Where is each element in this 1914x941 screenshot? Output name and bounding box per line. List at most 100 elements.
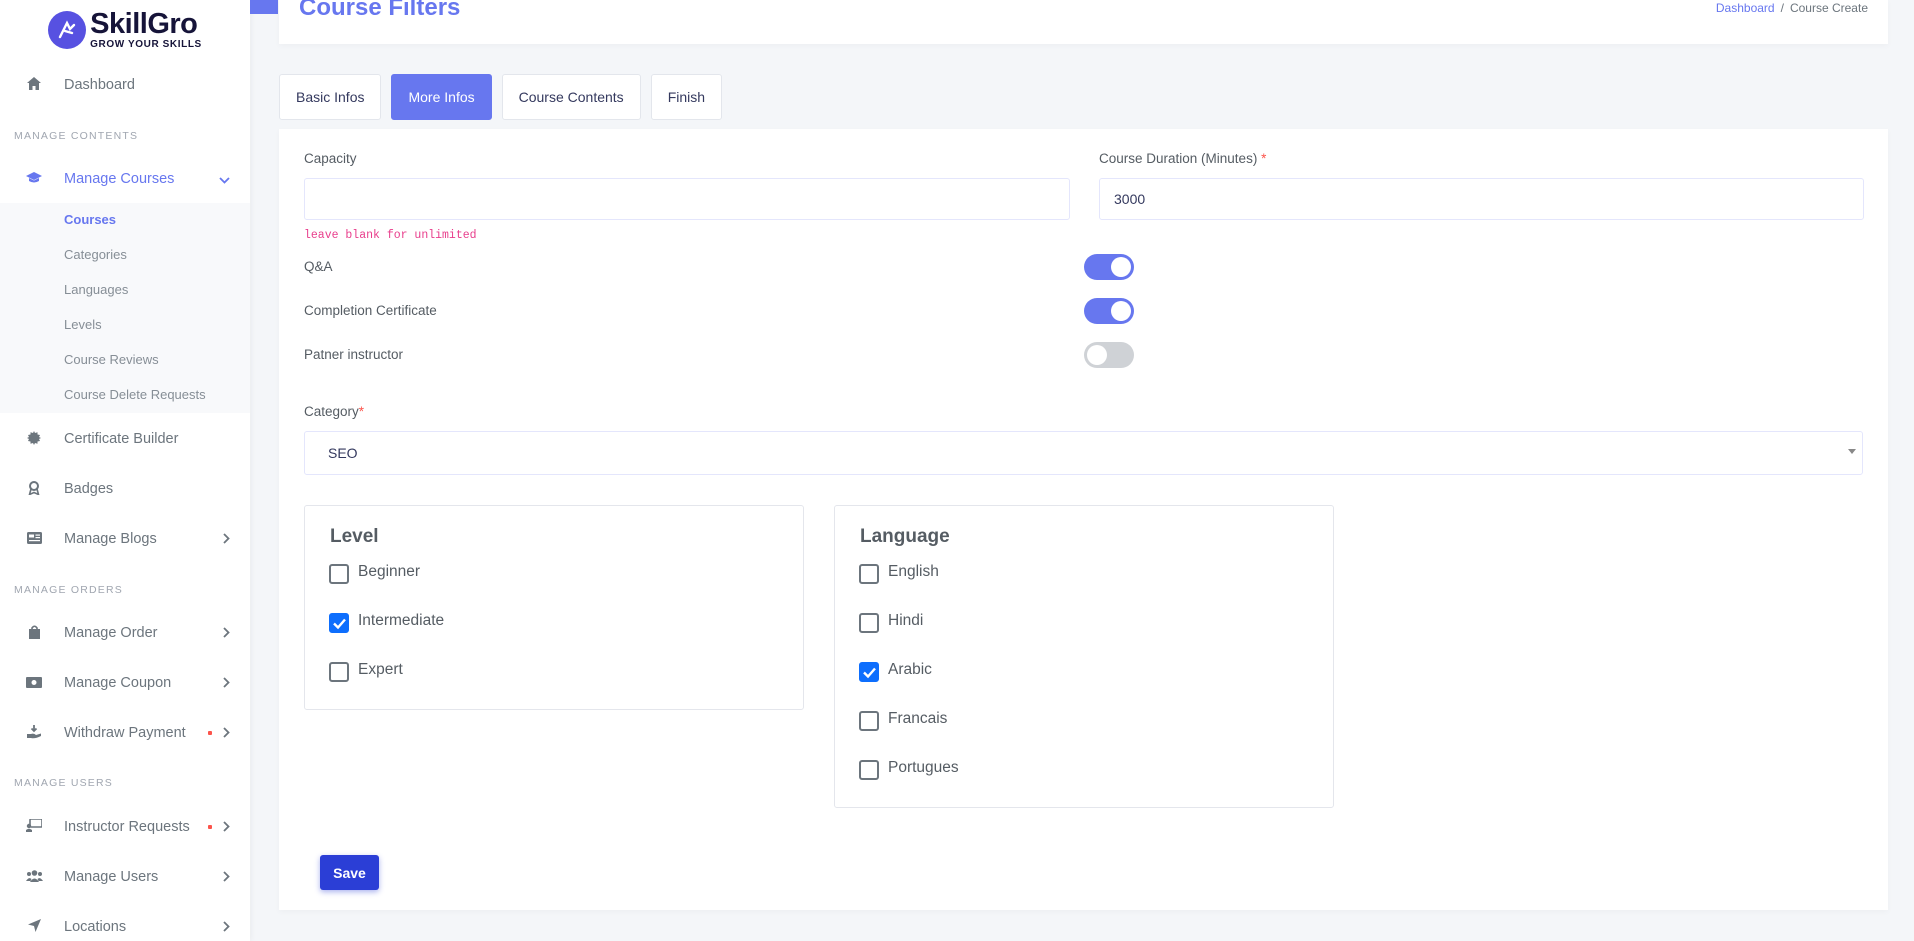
sidebar-item-label: Dashboard [64, 77, 135, 93]
sidebar-subitem-languages[interactable]: Languages [64, 282, 128, 297]
language-box: Language English Hindi Arabic Francais P… [834, 505, 1334, 808]
award-icon [26, 480, 42, 498]
level-option-expert[interactable]: Expert [329, 658, 403, 682]
hand-holding-dollar-icon [26, 724, 42, 742]
tab-finish[interactable]: Finish [650, 74, 723, 120]
level-title: Level [330, 526, 379, 547]
duration-label-text: Course Duration (Minutes) [1099, 151, 1258, 166]
category-select[interactable]: SEO [304, 431, 1863, 475]
sidebar-item-label: Withdraw Payment [64, 725, 186, 741]
menu-header-contents: MANAGE CONTENTS [14, 130, 139, 142]
duration-label: Course Duration (Minutes) * [1099, 151, 1266, 166]
checkbox-label: Beginner [358, 563, 421, 580]
sidebar-item-label: Locations [64, 919, 127, 935]
checkbox[interactable] [859, 613, 879, 633]
category-label-text: Category [304, 404, 359, 419]
language-option-arabic[interactable]: Arabic [859, 658, 932, 682]
capacity-input[interactable] [304, 178, 1070, 220]
check-icon [332, 618, 346, 629]
sidebar-item-label: Manage Courses [64, 171, 175, 187]
sidebar-item-badges[interactable]: Badges [0, 471, 250, 507]
completion-certificate-toggle[interactable] [1084, 298, 1134, 324]
language-option-francais[interactable]: Francais [859, 707, 947, 731]
level-option-beginner[interactable]: Beginner [329, 560, 420, 584]
sidebar-item-locations[interactable]: Locations [0, 909, 250, 941]
checkbox-label: English [888, 563, 939, 580]
required-marker: * [358, 404, 365, 419]
language-option-hindi[interactable]: Hindi [859, 609, 923, 633]
brand[interactable]: SkillGro GROW YOUR SKILLS [0, 0, 250, 60]
capacity-hint: leave blank for unlimited [304, 229, 477, 242]
checkbox[interactable] [859, 564, 879, 584]
language-option-english[interactable]: English [859, 560, 939, 584]
chevron-right-icon [223, 726, 230, 741]
checkbox[interactable] [329, 662, 349, 682]
header-accent-strip [250, 0, 278, 14]
qna-label: Q&A [304, 259, 333, 274]
sidebar-item-manage-blogs[interactable]: Manage Blogs [0, 521, 250, 557]
checkbox-checked[interactable] [329, 613, 349, 633]
graduation-cap-icon [26, 171, 42, 187]
partner-instructor-toggle[interactable] [1084, 342, 1134, 368]
sidebar-item-dashboard[interactable]: Dashboard [0, 67, 250, 103]
check-icon [862, 667, 876, 678]
newspaper-icon [26, 531, 42, 547]
capacity-label: Capacity [304, 151, 357, 166]
sidebar-subitem-categories[interactable]: Categories [64, 247, 127, 262]
checkbox-checked[interactable] [859, 662, 879, 682]
checkbox-label: Intermediate [358, 612, 445, 629]
brand-logo-icon [48, 11, 87, 49]
sidebar-subitem-course-reviews[interactable]: Course Reviews [64, 352, 159, 367]
checkbox[interactable] [329, 564, 349, 584]
tab-basic-infos[interactable]: Basic Infos [279, 74, 382, 120]
sidebar-item-label: Manage Order [64, 625, 158, 641]
sidebar-item-label: Manage Blogs [64, 531, 157, 547]
checkbox-label: Arabic [888, 661, 932, 678]
notification-dot [208, 731, 212, 735]
sidebar-item-withdraw-payment[interactable]: Withdraw Payment [0, 715, 250, 751]
sidebar-item-certificate-builder[interactable]: Certificate Builder [0, 421, 250, 457]
language-title: Language [860, 526, 950, 547]
sidebar-item-instructor-requests[interactable]: Instructor Requests [0, 809, 250, 845]
shopping-bag-icon [26, 624, 42, 642]
more-infos-form: Capacity leave blank for unlimited Cours… [279, 129, 1888, 910]
save-button[interactable]: Save [320, 855, 379, 890]
location-arrow-icon [26, 919, 42, 935]
sidebar-item-manage-coupon[interactable]: Manage Coupon [0, 665, 250, 701]
qna-toggle[interactable] [1084, 254, 1134, 280]
section-header: Course Filters Dashboard / Course Create [279, 0, 1888, 44]
toggle-knob [1087, 345, 1107, 365]
checkbox[interactable] [859, 760, 879, 780]
sidebar-subitem-levels[interactable]: Levels [64, 317, 102, 332]
required-marker: * [1261, 151, 1267, 166]
sidebar-item-manage-order[interactable]: Manage Order [0, 615, 250, 651]
page-title: Course Filters [299, 0, 461, 21]
tab-course-contents[interactable]: Course Contents [501, 74, 641, 120]
toggle-knob [1111, 301, 1131, 321]
users-icon [26, 869, 43, 885]
brand-name: SkillGro [90, 8, 198, 40]
sidebar-item-manage-courses[interactable]: Manage Courses [0, 161, 250, 197]
checkbox[interactable] [859, 711, 879, 731]
course-tabs: Basic Infos More Infos Course Contents F… [279, 74, 723, 120]
sidebar-item-label: Certificate Builder [64, 431, 179, 447]
breadcrumb-current: Course Create [1789, 1, 1868, 15]
course-duration-input[interactable] [1099, 178, 1864, 220]
checkbox-label: Francais [888, 710, 948, 727]
chevron-right-icon [223, 532, 230, 547]
sidebar-item-label: Badges [64, 481, 114, 497]
breadcrumb-dashboard-link[interactable]: Dashboard [1716, 1, 1775, 15]
menu-header-users: MANAGE USERS [14, 777, 113, 789]
sidebar-subitem-courses[interactable]: Courses [64, 212, 116, 227]
sidebar-item-manage-users[interactable]: Manage Users [0, 859, 250, 895]
level-option-intermediate[interactable]: Intermediate [329, 609, 444, 633]
language-option-portugues[interactable]: Portugues [859, 756, 959, 780]
partner-instructor-label: Patner instructor [304, 347, 404, 362]
tab-more-infos[interactable]: More Infos [391, 74, 492, 120]
chevron-right-icon [223, 626, 230, 641]
chevron-right-icon [223, 870, 230, 885]
chevron-right-icon [223, 820, 230, 835]
sidebar-subitem-course-delete-requests[interactable]: Course Delete Requests [64, 387, 206, 402]
courses-submenu: Courses Categories Languages Levels Cour… [0, 203, 250, 413]
checkbox-label: Expert [358, 661, 403, 678]
